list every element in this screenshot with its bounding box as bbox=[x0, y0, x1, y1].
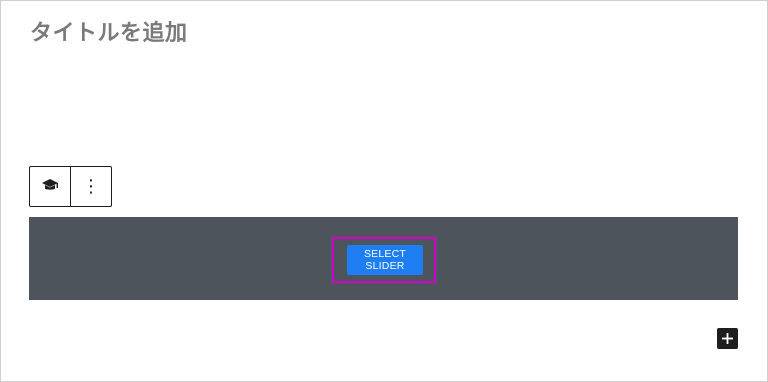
more-vertical-icon: ⋮ bbox=[82, 175, 100, 197]
highlight-box: SELECT SLIDER bbox=[332, 237, 436, 283]
add-block-button[interactable] bbox=[717, 328, 738, 349]
plus-icon bbox=[722, 329, 733, 348]
select-slider-button[interactable]: SELECT SLIDER bbox=[347, 245, 423, 275]
post-title-placeholder[interactable]: タイトルを追加 bbox=[30, 15, 188, 47]
editor-canvas: タイトルを追加 ⋮ SELECT SLIDER bbox=[0, 0, 768, 382]
block-options-button[interactable]: ⋮ bbox=[70, 167, 111, 206]
slider-block[interactable]: SELECT SLIDER bbox=[29, 217, 738, 300]
mortarboard-icon bbox=[41, 177, 59, 196]
block-toolbar: ⋮ bbox=[29, 166, 112, 207]
block-type-button[interactable] bbox=[30, 167, 70, 206]
